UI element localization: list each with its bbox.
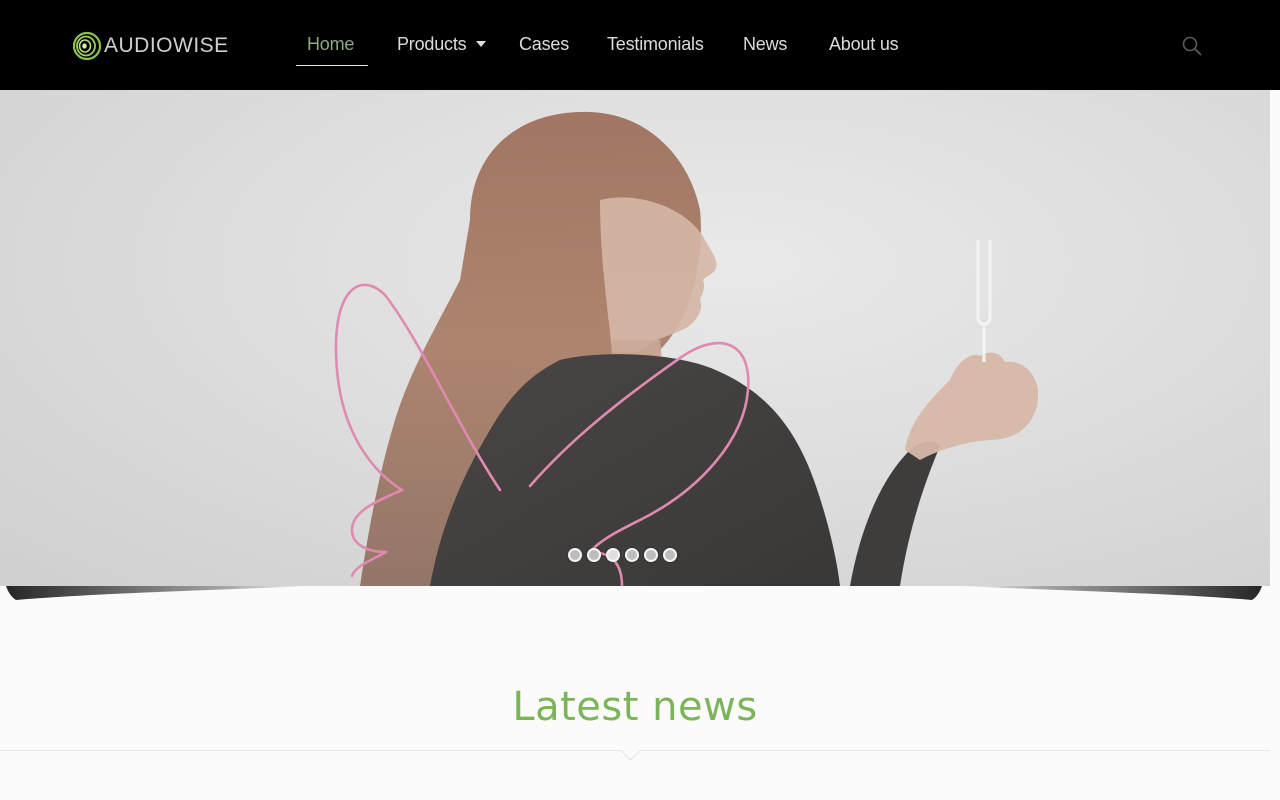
top-navigation-bar: AUDIOWISE Home Products Cases Testimonia…	[0, 0, 1280, 90]
latest-news-heading: Latest news	[512, 684, 758, 730]
page: AUDIOWISE Home Products Cases Testimonia…	[0, 0, 1280, 800]
nav-item-about-us[interactable]: About us	[829, 32, 899, 56]
arm-shape	[850, 441, 940, 586]
divider-notch	[621, 742, 640, 761]
concentric-rings-icon	[72, 31, 102, 61]
hand-shape	[905, 352, 1039, 460]
slider-dot[interactable]	[625, 548, 639, 562]
nav-item-cases[interactable]: Cases	[519, 32, 569, 56]
brand-name: AUDIOWISE	[104, 34, 229, 57]
nav-item-testimonials[interactable]: Testimonials	[607, 32, 704, 56]
nav-item-home[interactable]: Home	[307, 32, 354, 56]
hero-image	[334, 111, 1039, 586]
slider-dot[interactable]	[663, 548, 677, 562]
chevron-down-icon	[476, 41, 487, 47]
slider-dot[interactable]	[568, 548, 582, 562]
search-icon[interactable]	[1181, 35, 1203, 57]
hero-drop-shadow-right	[952, 586, 1262, 600]
slider-dot[interactable]	[644, 548, 658, 562]
hero-drop-shadow-left	[6, 586, 316, 600]
nav-item-products-label: Products	[397, 34, 467, 54]
slider-dot[interactable]	[587, 548, 601, 562]
tuning-fork-shape	[976, 240, 992, 362]
slider-dot[interactable]	[606, 548, 620, 562]
active-nav-underline	[296, 65, 368, 66]
brand-logo[interactable]: AUDIOWISE	[72, 30, 229, 62]
slider-pagination	[568, 548, 677, 562]
nav-item-news[interactable]: News	[743, 32, 787, 56]
nav-item-products[interactable]: Products	[397, 32, 487, 56]
hero-slider	[0, 90, 1270, 586]
